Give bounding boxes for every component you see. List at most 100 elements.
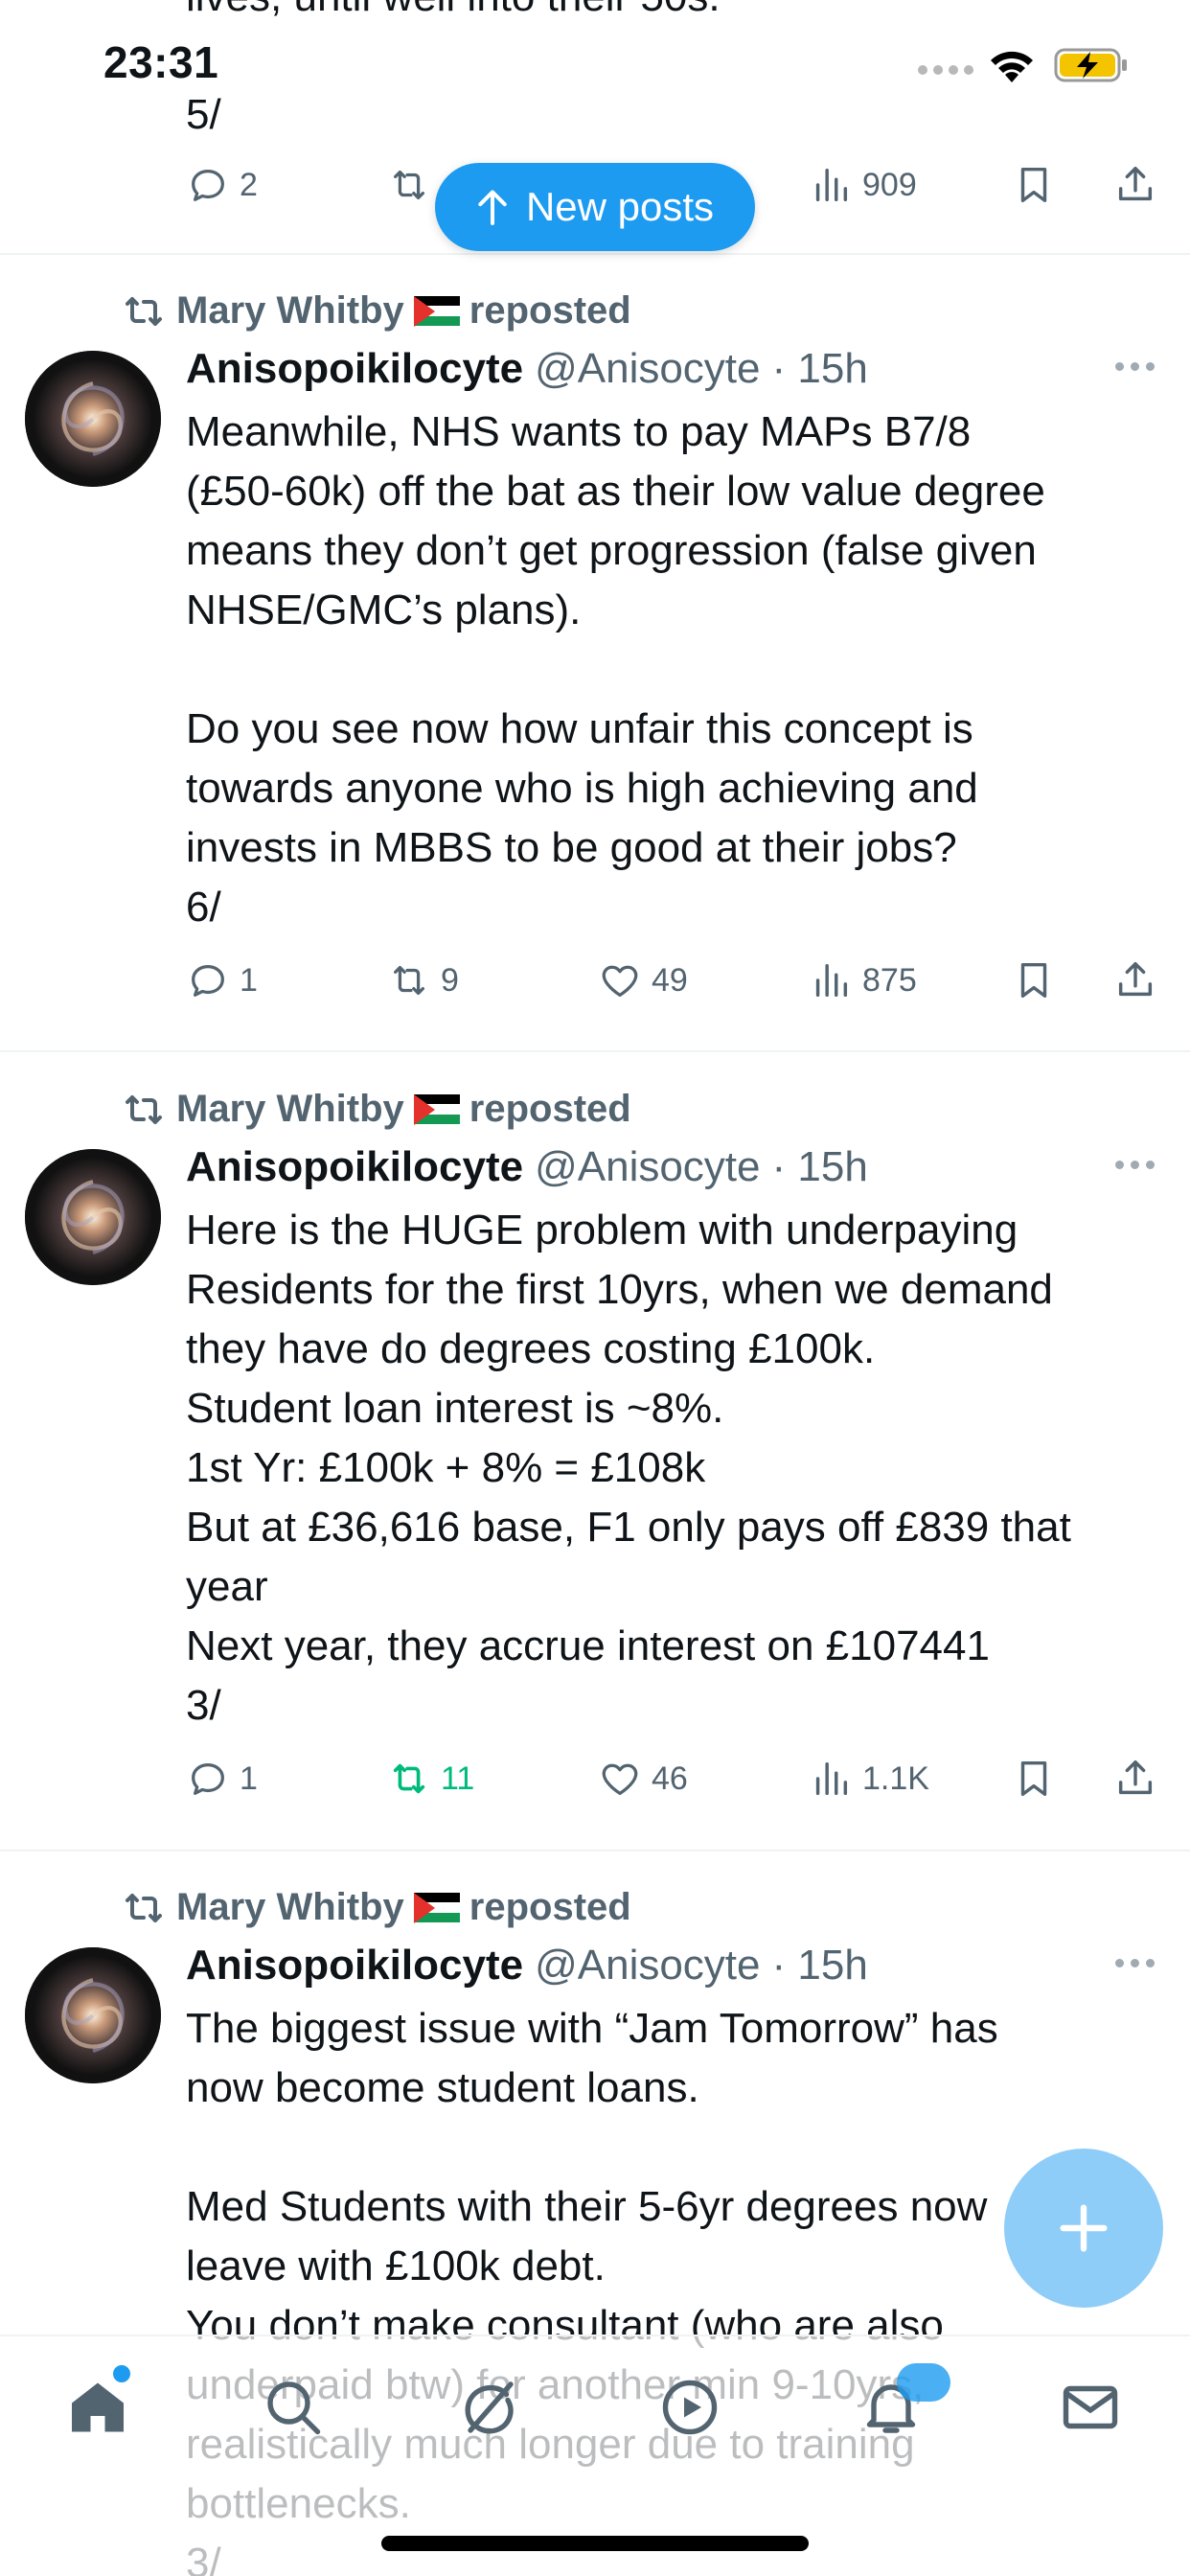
repost-icon — [126, 296, 162, 326]
repost-attribution: Mary Whitby reposted — [121, 289, 631, 333]
views-count: 875 — [862, 961, 917, 999]
avatar[interactable] — [25, 1947, 161, 2083]
views-chart-icon — [815, 1761, 848, 1796]
author-name[interactable]: Anisopoikilocyte — [186, 345, 523, 393]
repost-count: 11 — [441, 1760, 475, 1797]
share-icon — [1118, 167, 1153, 201]
palestine-flag-icon — [413, 295, 460, 327]
tweet-text: Meanwhile, NHS wants to pay MAPs B7/8 (£… — [186, 408, 1045, 931]
bookmark-button[interactable] — [1012, 1757, 1056, 1801]
nav-search[interactable] — [259, 2373, 328, 2442]
tweet-text: Here is the HUGE problem with underpayin… — [186, 1207, 1071, 1729]
reposter-name[interactable]: Mary Whitby — [176, 1088, 404, 1131]
more-options-icon[interactable] — [1115, 362, 1155, 371]
author-handle[interactable]: @Anisocyte — [535, 345, 760, 393]
repost-label: reposted — [469, 1886, 631, 1928]
home-icon — [72, 2382, 124, 2432]
home-indicator[interactable] — [381, 2536, 809, 2551]
new-posts-button[interactable]: New posts — [435, 163, 755, 251]
tweet-header: Anisopoikilocyte @Anisocyte · 15h — [186, 345, 868, 393]
nav-home[interactable] — [63, 2373, 132, 2442]
share-button[interactable] — [1113, 1757, 1157, 1801]
views-count: 1.1K — [862, 1760, 929, 1797]
views-chart-icon — [815, 963, 848, 998]
share-button[interactable] — [1113, 958, 1157, 1002]
tweet-header: Anisopoikilocyte @Anisocyte · 15h — [186, 1942, 868, 1990]
reply-icon — [192, 1762, 224, 1795]
bookmark-button[interactable] — [1012, 958, 1056, 1002]
share-button[interactable] — [1113, 163, 1157, 207]
compose-button[interactable] — [1004, 2149, 1163, 2308]
repost-label: reposted — [469, 289, 631, 332]
bookmark-button[interactable] — [1012, 163, 1056, 207]
more-options-icon[interactable] — [1115, 1959, 1155, 1967]
like-button[interactable]: 46 — [598, 1757, 688, 1801]
avatar[interactable] — [25, 1149, 161, 1285]
search-icon — [267, 2381, 321, 2435]
plus-icon — [1060, 2204, 1108, 2252]
repost-button[interactable]: 9 — [387, 958, 459, 1002]
status-bar: 23:31 — [0, 0, 1190, 134]
play-circle-icon — [662, 2380, 718, 2435]
tweet-time: · 15h — [771, 345, 868, 392]
reposter-name[interactable]: Mary Whitby — [176, 1886, 404, 1929]
tweet-time: · 15h — [771, 1143, 868, 1190]
notifications-badge — [897, 2363, 950, 2402]
more-options-icon[interactable] — [1115, 1161, 1155, 1169]
reply-button[interactable]: 1 — [186, 1757, 258, 1801]
bookmark-icon — [1020, 167, 1047, 203]
author-handle[interactable]: @Anisocyte — [535, 1143, 760, 1191]
repost-button[interactable] — [387, 163, 431, 207]
heart-icon — [602, 1763, 638, 1795]
tweet-time: · 15h — [771, 1942, 868, 1989]
reply-button[interactable]: 2 — [186, 163, 258, 207]
nav-video[interactable] — [655, 2373, 724, 2442]
nav-grok[interactable] — [456, 2373, 525, 2442]
author-name[interactable]: Anisopoikilocyte — [186, 1942, 523, 1990]
tweet-divider — [0, 1050, 1190, 1052]
battery-charging-icon — [1054, 48, 1127, 82]
share-icon — [1118, 1760, 1153, 1795]
avatar[interactable] — [25, 351, 161, 487]
reply-icon — [192, 169, 224, 201]
mail-icon — [1063, 2385, 1118, 2429]
repost-button[interactable]: 11 — [387, 1757, 474, 1801]
heart-icon — [602, 965, 638, 997]
repost-icon — [126, 1094, 162, 1124]
reply-button[interactable]: 1 — [186, 958, 258, 1002]
status-time: 23:31 — [103, 37, 219, 87]
bookmark-icon — [1020, 1760, 1047, 1797]
repost-icon — [126, 1893, 162, 1922]
new-posts-label: New posts — [525, 184, 715, 229]
repost-label: reposted — [469, 1088, 631, 1130]
views-button[interactable]: 875 — [809, 958, 917, 1002]
repost-attribution: Mary Whitby reposted — [121, 1886, 631, 1929]
nav-messages[interactable] — [1056, 2373, 1125, 2442]
views-button[interactable]: 1.1K — [809, 1757, 929, 1801]
views-button[interactable]: 909 — [809, 163, 917, 207]
tweet-actions: 1 11 46 1.1K — [186, 1757, 1154, 1814]
repost-icon — [393, 965, 425, 996]
repost-attribution: Mary Whitby reposted — [121, 1088, 631, 1131]
reposter-name[interactable]: Mary Whitby — [176, 289, 404, 333]
reply-count: 2 — [240, 166, 258, 203]
reply-count: 1 — [240, 1760, 258, 1797]
views-chart-icon — [815, 168, 848, 202]
author-name[interactable]: Anisopoikilocyte — [186, 1143, 523, 1191]
reply-count: 1 — [240, 961, 258, 999]
arrow-up-icon — [478, 190, 507, 225]
like-button[interactable]: 49 — [598, 958, 688, 1002]
tweet-actions: 1 9 49 875 — [186, 958, 1154, 1016]
home-unread-dot — [113, 2365, 130, 2382]
author-handle[interactable]: @Anisocyte — [535, 1942, 760, 1990]
reply-icon — [192, 964, 224, 997]
palestine-flag-icon — [413, 1093, 460, 1125]
like-count: 49 — [652, 961, 688, 999]
views-count: 909 — [862, 166, 917, 203]
wifi-icon — [991, 51, 1033, 82]
palestine-flag-icon — [413, 1892, 460, 1923]
tweet-divider — [0, 253, 1190, 255]
repost-icon — [393, 170, 425, 200]
bookmark-icon — [1020, 962, 1047, 999]
cellular-signal-icon — [918, 65, 973, 75]
